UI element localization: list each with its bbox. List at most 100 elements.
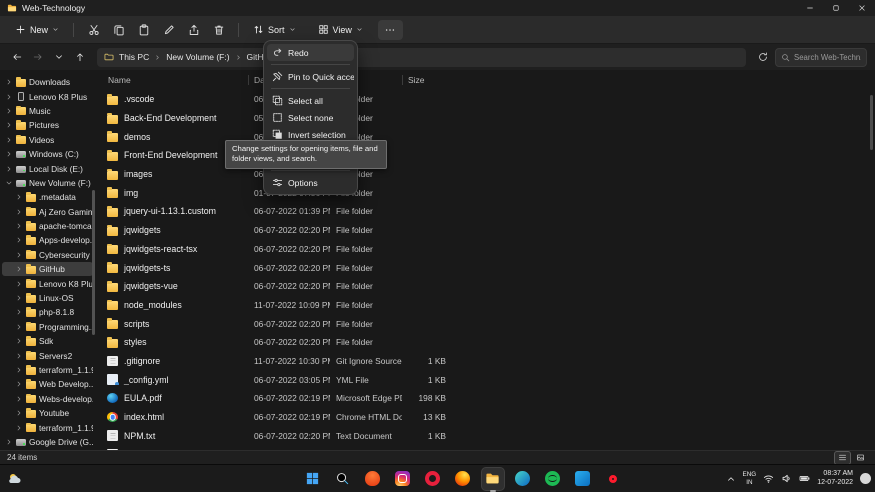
sidebar-item-pictures[interactable]: Pictures (2, 118, 93, 132)
chevron-right-icon[interactable] (5, 150, 13, 158)
chevron-right-icon[interactable] (15, 380, 23, 388)
notification-badge[interactable] (860, 473, 871, 484)
cut-button[interactable] (81, 20, 106, 40)
chevron-down-icon[interactable] (5, 179, 13, 187)
file-row[interactable]: jqwidgets 06-07-2022 02:20 PM File folder (95, 221, 875, 240)
file-row[interactable]: Back-End Development05-07-2022 09:35 PMF… (95, 109, 875, 128)
chevron-right-icon[interactable] (15, 265, 23, 273)
sidebar-item-sdk[interactable]: Sdk (2, 334, 93, 348)
file-row[interactable]: _config.yml 06-07-2022 03:05 PM YML File 1 … (95, 370, 875, 389)
file-row[interactable]: EULA.pdf 06-07-2022 02:19 PM Microsoft Edg… (95, 389, 875, 408)
view-button[interactable]: View (311, 21, 370, 38)
file-row[interactable]: scripts 06-07-2022 02:20 PM File folder (95, 314, 875, 333)
menu-item-redo[interactable]: Redo (267, 44, 354, 61)
up-button[interactable] (71, 48, 89, 66)
forward-button[interactable] (29, 48, 47, 66)
chevron-right-icon[interactable] (15, 308, 23, 316)
chevron-right-icon[interactable] (15, 366, 23, 374)
file-row[interactable]: .vscode06-07-2022 02:20 PMFile folder (95, 90, 875, 109)
taskbar-app-file-explorer[interactable] (480, 466, 505, 492)
sidebar-item-local-disk-e[interactable]: Local Disk (E:) (2, 161, 93, 175)
file-row[interactable]: .gitignore 11-07-2022 10:30 PM Git Ignore … (95, 352, 875, 371)
clock[interactable]: 08:37 AM 12-07-2022 (817, 470, 853, 488)
sidebar-item-windows-c[interactable]: Windows (C:) (2, 147, 93, 161)
battery-button[interactable] (799, 473, 810, 484)
chevron-right-icon[interactable] (5, 438, 13, 446)
taskbar-app-edge[interactable] (512, 468, 534, 490)
sidebar-item-programming[interactable]: Programming... (2, 320, 93, 334)
menu-item-select-all[interactable]: Select all (267, 92, 354, 109)
refresh-button[interactable] (754, 48, 772, 66)
menu-item-pin-to-quick-access[interactable]: Pin to Quick access (267, 68, 354, 85)
chevron-right-icon[interactable] (5, 165, 13, 173)
chevron-right-icon[interactable] (15, 280, 23, 288)
taskbar-app-brave[interactable] (362, 468, 384, 490)
search-box[interactable] (775, 47, 867, 67)
file-row[interactable]: jqwidgets-ts 06-07-2022 02:20 PM File fold… (95, 258, 875, 277)
menu-item-select-none[interactable]: Select none (267, 109, 354, 126)
sidebar-item-downloads[interactable]: Downloads (2, 75, 93, 89)
sidebar-item-linux-os[interactable]: Linux-OS (2, 291, 93, 305)
column-header-size[interactable]: Size (402, 70, 460, 90)
sidebar-item-terraform-1-1-9[interactable]: terraform_1.1.9 (2, 363, 93, 377)
new-button[interactable]: New (8, 21, 66, 38)
delete-button[interactable] (206, 20, 231, 40)
breadcrumb-item[interactable]: This PC (118, 52, 150, 62)
chevron-right-icon[interactable] (15, 424, 23, 432)
chevron-right-icon[interactable] (15, 352, 23, 360)
chevron-right-icon[interactable] (15, 294, 23, 302)
chevron-right-icon[interactable] (15, 222, 23, 230)
sidebar-item-github[interactable]: GitHub (2, 262, 93, 277)
tray-overflow-button[interactable] (726, 474, 736, 484)
chevron-right-icon[interactable] (15, 236, 23, 244)
sidebar-item-metadata[interactable]: .metadata (2, 190, 93, 204)
sidebar-item-apps-develop[interactable]: Apps-develop... (2, 233, 93, 247)
maximize-button[interactable] (823, 0, 849, 16)
sidebar-item-apache-tomca[interactable]: apache-tomca... (2, 219, 93, 233)
file-row[interactable]: img01-07-2022 07:56 PMFile folder (95, 183, 875, 202)
chevron-right-icon[interactable] (15, 251, 23, 259)
chevron-right-icon[interactable] (5, 93, 13, 101)
taskbar-app-start[interactable] (302, 468, 324, 490)
file-row[interactable]: images06-07-2022 02:20 PMFile folder (95, 165, 875, 184)
column-header-name[interactable]: Name (95, 70, 248, 90)
taskbar-app-opera[interactable] (602, 468, 624, 490)
widgets-weather-icon[interactable] (7, 471, 23, 487)
sort-button[interactable]: Sort (246, 21, 303, 38)
file-row[interactable]: Front-End Development06-07-2022 02:20 PM… (95, 146, 875, 165)
sidebar-item-php-8-1-8[interactable]: php-8.1.8 (2, 305, 93, 319)
taskbar-app-opera-gx[interactable] (422, 468, 444, 490)
thumbnail-view-toggle[interactable] (853, 452, 868, 464)
language-indicator[interactable]: ENG IN (743, 471, 757, 486)
chevron-right-icon[interactable] (15, 323, 23, 331)
close-button[interactable] (849, 0, 875, 16)
chevron-right-icon[interactable] (15, 395, 23, 403)
taskbar-app-vscode[interactable] (572, 468, 594, 490)
rename-button[interactable] (156, 20, 181, 40)
file-row[interactable]: node_modules 11-07-2022 10:09 PM File fold… (95, 296, 875, 315)
breadcrumb[interactable]: This PCNew Volume (F:)GitHubWeb-Technolo… (97, 47, 746, 67)
file-list-scrollbar[interactable] (870, 95, 873, 150)
file-row[interactable]: jqwidgets-react-tsx 06-07-2022 02:20 PM Fi… (95, 240, 875, 259)
file-row[interactable]: index.html 06-07-2022 02:19 PM Chrome HTML… (95, 408, 875, 427)
chevron-right-icon[interactable] (5, 121, 13, 129)
sidebar-item-new-volume-f[interactable]: New Volume (F:) (2, 176, 93, 190)
sidebar-item-videos[interactable]: Videos (2, 133, 93, 147)
menu-item-options[interactable]: Options (267, 174, 354, 191)
minimize-button[interactable] (797, 0, 823, 16)
file-row[interactable]: jquery-ui-1.13.1.custom 06-07-2022 01:39 … (95, 202, 875, 221)
file-row[interactable]: jqwidgets-vue 06-07-2022 02:20 PM File fol… (95, 277, 875, 296)
chevron-right-icon[interactable] (5, 107, 13, 115)
chevron-right-icon[interactable] (15, 193, 23, 201)
search-input[interactable] (794, 52, 861, 62)
wifi-button[interactable] (763, 473, 774, 484)
chevron-right-icon[interactable] (15, 409, 23, 417)
sidebar-item-music[interactable]: Music (2, 104, 93, 118)
file-row[interactable]: demos06-07-2022 02:20 PMFile folder (95, 127, 875, 146)
sidebar-item-lenovo-k8-plus[interactable]: Lenovo K8 Plus (2, 89, 93, 103)
chevron-right-icon[interactable] (15, 337, 23, 345)
back-button[interactable] (8, 48, 26, 66)
file-row[interactable]: NPM.txt 06-07-2022 02:20 PM Text Document 1… (95, 426, 875, 445)
taskbar-app-search[interactable] (332, 468, 354, 490)
taskbar-app-firefox[interactable] (452, 468, 474, 490)
